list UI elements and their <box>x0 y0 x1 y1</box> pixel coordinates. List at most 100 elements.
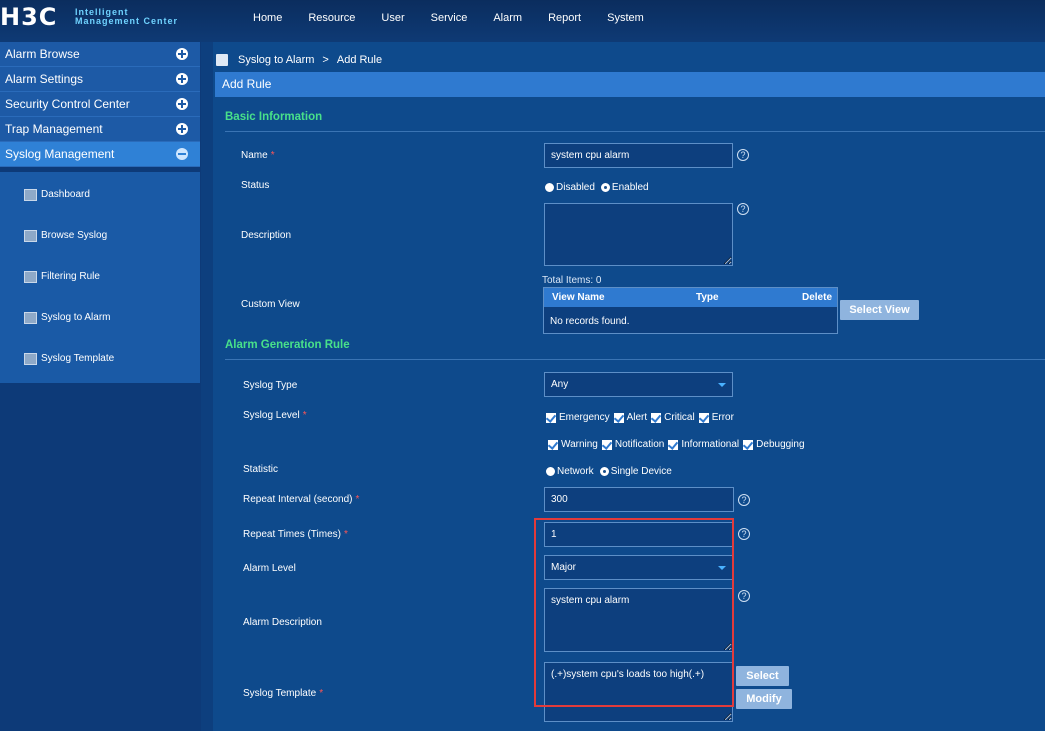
submenu-item-syslog-template[interactable]: Syslog Template <box>24 351 114 367</box>
emergency-label: Emergency <box>559 412 610 423</box>
syslog-type-label: Syslog Type <box>243 380 298 391</box>
help-icon[interactable]: ? <box>737 149 749 161</box>
submenu-item-syslog-to-alarm[interactable]: Syslog to Alarm <box>24 310 110 326</box>
minus-icon[interactable] <box>176 148 188 160</box>
notification-label: Notification <box>614 439 665 450</box>
nav-home[interactable]: Home <box>240 12 295 24</box>
syslog-submenu: Dashboard Browse Syslog Filtering Rule S… <box>0 172 200 383</box>
alarm-description-label: Alarm Description <box>243 617 322 628</box>
page-title: Add Rule <box>215 72 1045 97</box>
status-label: Status <box>241 180 270 191</box>
statistic-single-device-radio[interactable] <box>599 467 609 476</box>
status-disabled-radio[interactable] <box>545 183 554 192</box>
top-bar: H3C Intelligent Management Center Home R… <box>0 0 1045 42</box>
modify-template-button[interactable]: Modify <box>736 689 792 709</box>
sidebar-item-security-control-center[interactable]: Security Control Center <box>0 92 200 117</box>
submenu-item-label: Filtering Rule <box>41 271 100 282</box>
syslog-type-select[interactable]: Any <box>544 372 733 397</box>
nav-resource[interactable]: Resource <box>295 12 368 24</box>
plus-icon[interactable] <box>176 73 188 85</box>
critical-label: Critical <box>664 412 695 423</box>
sidebar-item-alarm-settings[interactable]: Alarm Settings <box>0 67 200 92</box>
sidebar-item-trap-management[interactable]: Trap Management <box>0 117 200 142</box>
breadcrumb: Syslog to Alarm > Add Rule <box>213 50 382 70</box>
main-content: Syslog to Alarm > Add Rule Add Rule Basi… <box>213 42 1045 731</box>
help-icon[interactable]: ? <box>738 590 750 602</box>
plus-icon[interactable] <box>176 48 188 60</box>
submenu-item-filtering-rule[interactable]: Filtering Rule <box>24 269 100 285</box>
table-header: View Name Type Delete <box>544 288 837 307</box>
nav-system[interactable]: System <box>594 12 657 24</box>
dashboard-icon <box>24 189 37 201</box>
statistic-network-radio[interactable] <box>546 467 555 476</box>
help-icon[interactable]: ? <box>738 494 750 506</box>
emergency-checkbox[interactable] <box>546 412 556 423</box>
statistic-radio-group: Network Single Device <box>546 466 678 477</box>
plus-icon[interactable] <box>176 123 188 135</box>
repeat-interval-label: Repeat Interval (second) * <box>243 494 360 505</box>
repeat-interval-field[interactable] <box>544 487 734 512</box>
breadcrumb-current: Add Rule <box>336 54 383 66</box>
informational-label: Informational <box>681 439 740 450</box>
statistic-network-label: Network <box>557 466 594 477</box>
syslog-level-row-1: Emergency Alert Critical Error <box>546 412 738 423</box>
syslog-alarm-icon <box>216 54 228 66</box>
notification-checkbox[interactable] <box>601 439 612 450</box>
name-field[interactable] <box>544 143 733 168</box>
h3c-logo: H3C <box>0 3 58 31</box>
column-view-name[interactable]: View Name <box>552 292 605 303</box>
breadcrumb-separator: > <box>322 54 329 66</box>
sidebar-item-syslog-management[interactable]: Syslog Management <box>0 142 200 167</box>
syslog-template-label: Syslog Template * <box>243 688 324 699</box>
nav-report[interactable]: Report <box>535 12 594 24</box>
syslog-to-alarm-icon <box>24 312 37 324</box>
submenu-item-dashboard[interactable]: Dashboard <box>24 187 90 203</box>
sidebar-item-label: Syslog Management <box>5 147 115 161</box>
section-divider <box>225 359 1045 360</box>
main-nav: Home Resource User Service Alarm Report … <box>240 12 657 24</box>
filtering-rule-icon <box>24 271 37 283</box>
column-type[interactable]: Type <box>696 292 719 303</box>
plus-icon[interactable] <box>176 98 188 110</box>
sidebar-item-label: Trap Management <box>5 122 103 136</box>
error-label: Error <box>711 412 734 423</box>
debugging-label: Debugging <box>756 439 805 450</box>
total-items: Total Items: 0 <box>542 275 602 286</box>
informational-checkbox[interactable] <box>668 439 679 450</box>
nav-user[interactable]: User <box>368 12 417 24</box>
submenu-item-label: Dashboard <box>41 189 90 200</box>
critical-checkbox[interactable] <box>651 412 662 423</box>
sidebar: Alarm Browse Alarm Settings Security Con… <box>0 42 201 731</box>
submenu-item-browse-syslog[interactable]: Browse Syslog <box>24 228 107 244</box>
nav-alarm[interactable]: Alarm <box>480 12 535 24</box>
description-field[interactable] <box>544 203 733 266</box>
error-checkbox[interactable] <box>698 412 709 423</box>
submenu-item-label: Syslog Template <box>41 353 115 364</box>
help-icon[interactable]: ? <box>737 203 749 215</box>
status-radio-group: Disabled Enabled <box>545 182 655 193</box>
status-disabled-label: Disabled <box>556 182 595 193</box>
status-enabled-label: Enabled <box>611 182 649 193</box>
logo-subtitle: Intelligent Management Center <box>75 7 179 26</box>
custom-view-table: View Name Type Delete No records found. <box>543 287 838 334</box>
help-icon[interactable]: ? <box>738 528 750 540</box>
warning-checkbox[interactable] <box>548 439 558 450</box>
alert-label: Alert <box>626 412 648 423</box>
alarm-generation-rule-title: Alarm Generation Rule <box>225 339 350 351</box>
warning-label: Warning <box>561 439 598 450</box>
select-view-button[interactable]: Select View <box>840 300 919 320</box>
table-empty-message: No records found. <box>550 316 630 327</box>
status-enabled-radio[interactable] <box>600 183 610 192</box>
nav-service[interactable]: Service <box>418 12 481 24</box>
section-divider <box>225 131 1045 132</box>
select-template-button[interactable]: Select <box>736 666 789 686</box>
breadcrumb-parent[interactable]: Syslog to Alarm <box>238 54 314 66</box>
syslog-level-label: Syslog Level * <box>243 410 307 421</box>
custom-view-label: Custom View <box>241 299 300 310</box>
highlight-box <box>534 518 734 707</box>
alarm-level-label: Alarm Level <box>243 563 296 574</box>
description-label: Description <box>241 230 292 241</box>
sidebar-item-alarm-browse[interactable]: Alarm Browse <box>0 42 200 67</box>
debugging-checkbox[interactable] <box>743 439 754 450</box>
alert-checkbox[interactable] <box>613 412 624 423</box>
